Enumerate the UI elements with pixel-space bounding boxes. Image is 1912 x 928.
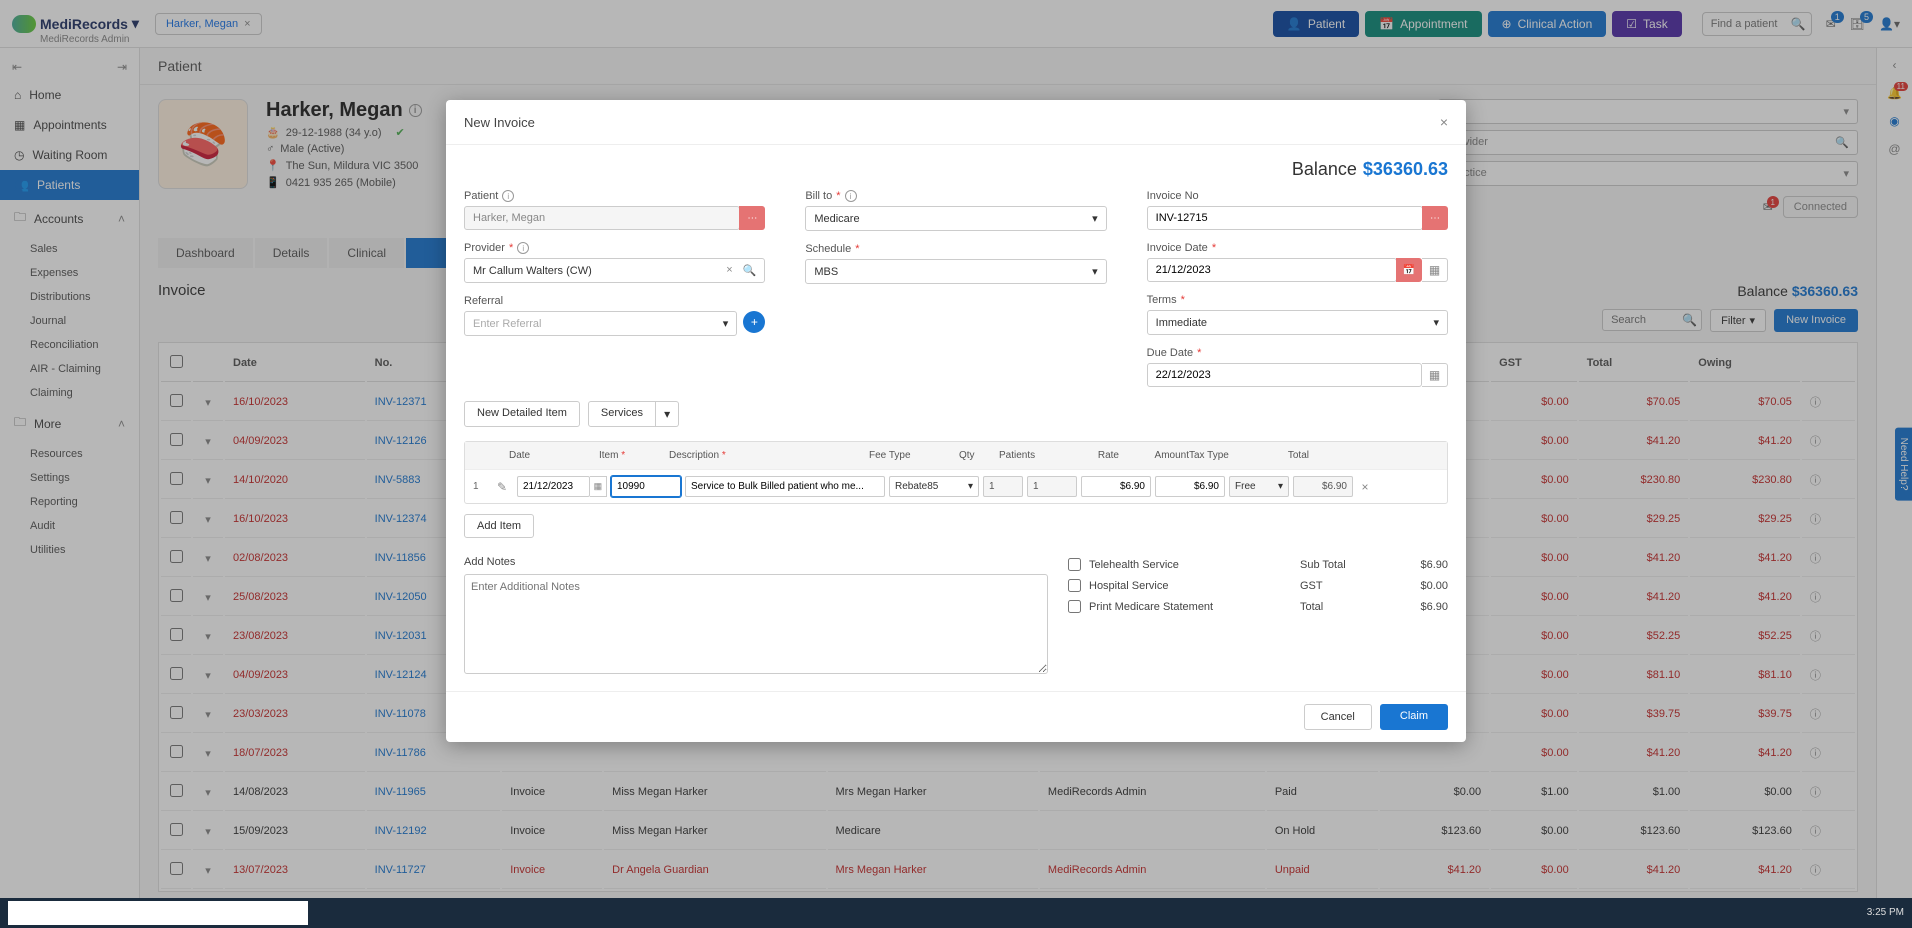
services-button[interactable]: Services — [588, 401, 656, 427]
item-total — [1293, 476, 1353, 497]
item-table: Date Item * Description * Fee Type Qty P… — [464, 441, 1448, 504]
provider-select[interactable]: Mr Callum Walters (CW)×🔍 — [464, 258, 765, 283]
taskbar-app[interactable] — [8, 901, 308, 925]
item-date-input[interactable] — [517, 476, 590, 497]
referral-select[interactable]: Enter Referral▾ — [464, 311, 737, 336]
qty-input — [983, 476, 1023, 497]
chevron-down-icon: ▾ — [1092, 265, 1098, 278]
patient-field — [464, 206, 740, 230]
hospital-checkbox[interactable] — [1068, 579, 1081, 592]
date-extra-icon[interactable]: ▦ — [1422, 258, 1448, 282]
invoiceno-field[interactable] — [1147, 206, 1423, 230]
notes-label: Add Notes — [464, 556, 515, 568]
modal-overlay: New Invoice × Balance$36360.63 Patient i… — [0, 0, 1912, 928]
modal-title: New Invoice — [464, 115, 535, 130]
info-icon[interactable]: i — [845, 190, 857, 202]
patient-addon-icon[interactable]: ⋯ — [739, 206, 765, 230]
taskbar-clock: 3:25 PM — [1867, 907, 1904, 919]
item-code-input[interactable] — [611, 476, 681, 497]
invoicedate-field[interactable] — [1147, 258, 1397, 282]
edit-icon[interactable]: ✎ — [497, 480, 513, 494]
schedule-select[interactable]: MBS▾ — [805, 259, 1106, 284]
claim-button[interactable]: Claim — [1380, 704, 1448, 730]
new-detailed-item-button[interactable]: New Detailed Item — [464, 401, 580, 427]
fee-type-select[interactable]: Rebate85▾ — [889, 476, 979, 497]
remove-item-icon[interactable]: × — [1357, 480, 1373, 494]
amount-input[interactable] — [1155, 476, 1225, 497]
clear-icon[interactable]: × — [720, 264, 738, 277]
date-addon-icon[interactable]: 📅 — [1396, 258, 1422, 282]
item-desc-input[interactable] — [685, 476, 885, 497]
info-icon[interactable]: i — [517, 242, 529, 254]
rate-input[interactable] — [1081, 476, 1151, 497]
taskbar: 3:25 PM — [0, 898, 1912, 928]
add-referral-button[interactable]: + — [743, 311, 765, 333]
chevron-down-icon: ▾ — [1092, 212, 1098, 225]
info-icon[interactable]: i — [502, 190, 514, 202]
notes-textarea[interactable] — [464, 574, 1048, 674]
chevron-down-icon: ▾ — [723, 317, 729, 330]
calendar-icon[interactable]: ▦ — [590, 476, 607, 497]
invoiceno-addon-icon[interactable]: ⋯ — [1422, 206, 1448, 230]
patients-input — [1027, 476, 1077, 497]
billto-select[interactable]: Medicare▾ — [805, 206, 1106, 231]
services-dropdown[interactable]: ▾ — [656, 401, 679, 427]
print-checkbox[interactable] — [1068, 600, 1081, 613]
modal-balance-amount: $36360.63 — [1363, 159, 1448, 179]
modal-close-button[interactable]: × — [1440, 114, 1448, 130]
tax-type-select: Free▾ — [1229, 476, 1289, 497]
duedate-field[interactable] — [1147, 363, 1422, 387]
modal-balance-label: Balance — [1292, 159, 1357, 179]
search-icon: 🔍 — [743, 264, 757, 277]
calendar-icon[interactable]: ▦ — [1422, 363, 1448, 387]
cancel-button[interactable]: Cancel — [1304, 704, 1372, 730]
add-item-button[interactable]: Add Item — [464, 514, 534, 538]
terms-select[interactable]: Immediate▾ — [1147, 310, 1448, 335]
chevron-down-icon: ▾ — [1433, 316, 1439, 329]
new-invoice-modal: New Invoice × Balance$36360.63 Patient i… — [446, 100, 1466, 742]
telehealth-checkbox[interactable] — [1068, 558, 1081, 571]
row-number: 1 — [473, 481, 493, 492]
